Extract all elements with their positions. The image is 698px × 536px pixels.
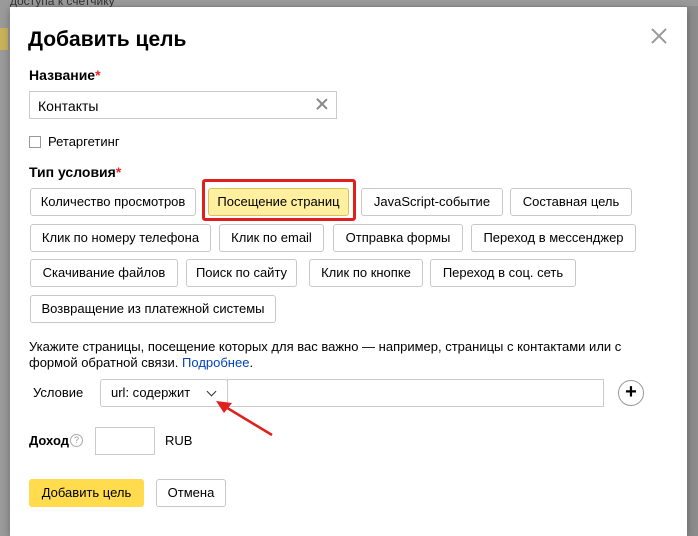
type-composite-button[interactable]: Составная цель [510,188,632,216]
type-js-event-button[interactable]: JavaScript-событие [361,188,503,216]
type-download-button[interactable]: Скачивание файлов [30,259,178,287]
name-label: Название* [29,67,101,83]
more-link[interactable]: Подробнее [182,355,249,370]
condition-operator-select[interactable]: url: содержит [100,379,228,407]
help-icon[interactable]: ? [70,434,83,447]
condition-hint: Укажите страницы, посещение которых для … [29,339,622,370]
condition-label: Условие [33,385,84,400]
background-button [0,28,8,50]
condition-value-input[interactable] [227,379,604,407]
condition-type-label: Тип условия* [29,164,122,180]
type-social-button[interactable]: Переход в соц. сеть [430,259,576,287]
selection-highlight [202,179,356,221]
type-email-click-button[interactable]: Клик по email [219,224,324,252]
type-button-click-button[interactable]: Клик по кнопке [309,259,423,287]
cancel-button[interactable]: Отмена [156,479,226,507]
dialog-title: Добавить цель [28,28,187,51]
goal-name-input[interactable]: Контакты [29,91,337,119]
currency-label: RUB [165,433,193,448]
retargeting-checkbox[interactable] [29,136,41,148]
type-site-search-button[interactable]: Поиск по сайту [186,259,297,287]
type-messenger-button[interactable]: Переход в мессенджер [471,224,636,252]
background-page [0,0,10,536]
type-form-submit-button[interactable]: Отправка формы [333,224,463,252]
add-condition-button[interactable]: + [618,380,644,406]
add-goal-dialog: Добавить цель Название* Контакты Ретарге… [10,7,687,536]
close-icon[interactable] [650,27,668,45]
type-payment-return-button[interactable]: Возвращение из платежной системы [30,295,276,323]
add-goal-button[interactable]: Добавить цель [29,479,144,507]
income-input[interactable] [95,427,155,455]
type-phone-click-button[interactable]: Клик по номеру телефона [30,224,211,252]
clear-icon[interactable] [316,98,328,110]
background-top-text: доступа к счетчику [10,0,698,8]
retargeting-label: Ретаргетинг [48,134,120,149]
chevron-down-icon [206,386,217,397]
type-views-button[interactable]: Количество просмотров [30,188,196,216]
income-label: Доход [29,433,69,448]
red-arrow-annotation [216,401,273,437]
